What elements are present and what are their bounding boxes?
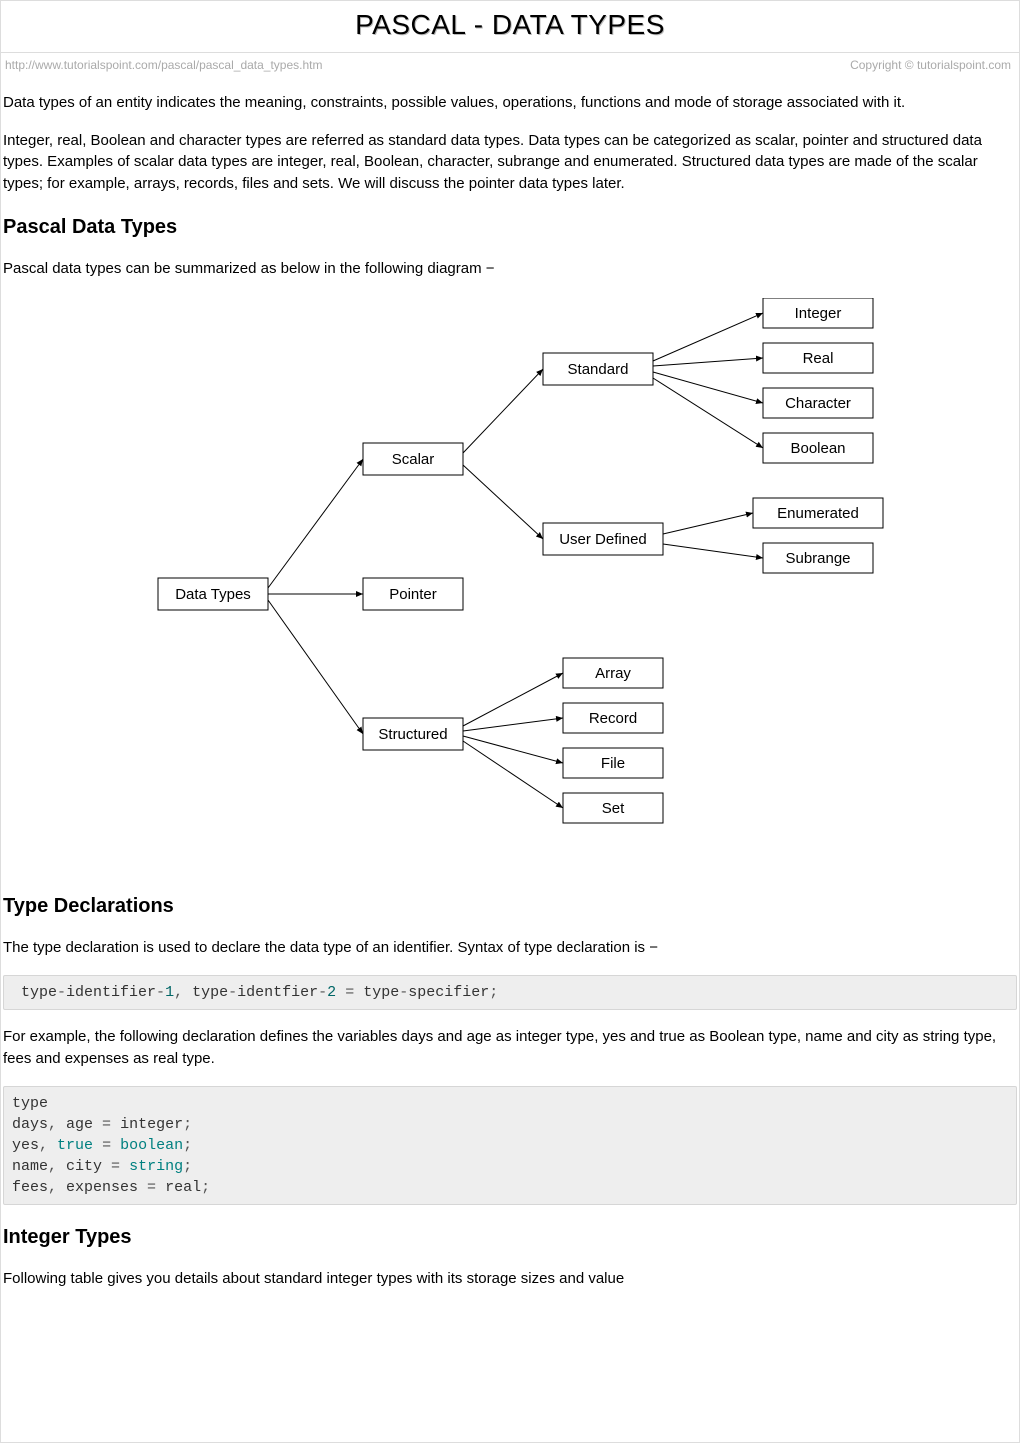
node-enumerated: Enumerated [777,505,859,522]
source-url-link[interactable]: http://www.tutorialspoint.com/pascal/pas… [5,57,323,74]
node-file: File [601,755,625,772]
node-standard: Standard [568,361,629,378]
content-area: Data types of an entity indicates the me… [1,92,1019,1290]
section2-paragraph-2: For example, the following declaration d… [3,1026,1017,1070]
node-record: Record [589,710,637,727]
meta-row: http://www.tutorialspoint.com/pascal/pas… [1,53,1019,76]
node-pointer: Pointer [389,586,437,603]
node-scalar: Scalar [392,451,435,468]
page-title: PASCAL - DATA TYPES [1,5,1019,46]
section1-paragraph: Pascal data types can be summarized as b… [3,258,1017,280]
intro-paragraph-2: Integer, real, Boolean and character typ… [3,130,1017,195]
intro-paragraph-1: Data types of an entity indicates the me… [3,92,1017,114]
data-types-diagram: Data Types Scalar Pointer Structured Sta… [3,298,1017,875]
node-subrange: Subrange [785,550,850,567]
heading-pascal-data-types: Pascal Data Types [3,213,1017,242]
node-user-defined: User Defined [559,531,647,548]
node-array: Array [595,665,631,682]
copyright-text: Copyright © tutorialspoint.com [850,57,1011,74]
code-block-syntax: type-identifier-1, type-identfier-2 = ty… [3,975,1017,1010]
title-bar: PASCAL - DATA TYPES [1,0,1019,53]
node-character: Character [785,395,851,412]
section2-paragraph-1: The type declaration is used to declare … [3,937,1017,959]
section3-paragraph-1: Following table gives you details about … [3,1268,1017,1290]
node-real: Real [803,350,834,367]
node-set: Set [602,800,625,817]
node-boolean: Boolean [790,440,845,457]
code-block-example: type days, age = integer; yes, true = bo… [3,1086,1017,1205]
node-data-types: Data Types [175,586,251,603]
heading-integer-types: Integer Types [3,1223,1017,1252]
node-integer: Integer [795,305,842,322]
heading-type-declarations: Type Declarations [3,892,1017,921]
node-structured: Structured [378,726,447,743]
